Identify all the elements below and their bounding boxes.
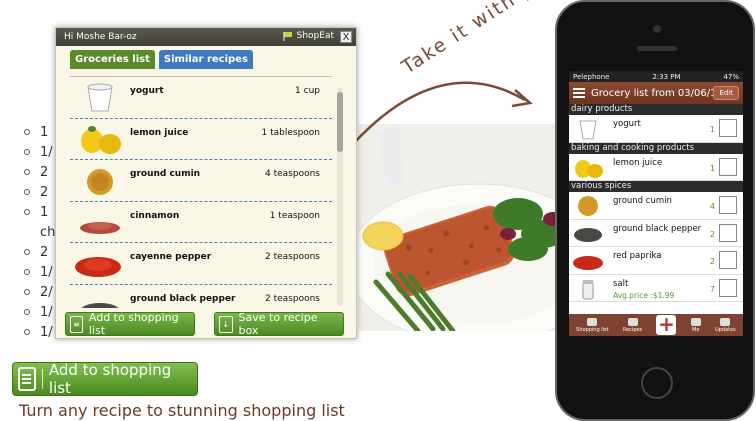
add-to-shopping-list-cta[interactable]: Add to shopping list bbox=[12, 361, 198, 397]
checkbox[interactable] bbox=[719, 196, 737, 214]
lemon-icon bbox=[575, 159, 603, 178]
yogurt-icon bbox=[87, 83, 113, 112]
tab-similar-recipes[interactable]: Similar recipes bbox=[158, 50, 253, 69]
groceries-popup: Hi Moshe Bar-oz ShopEat X Groceries list… bbox=[55, 27, 357, 339]
item-name: ground black pepper bbox=[130, 293, 236, 304]
list-icon: ≡ bbox=[70, 315, 83, 333]
tab-shopping-list[interactable]: Shopping list bbox=[576, 317, 609, 333]
list-item[interactable]: cinnamon 1 teaspoon bbox=[70, 202, 332, 243]
close-button[interactable]: X bbox=[340, 31, 352, 43]
brand-name: ShopEat bbox=[296, 31, 334, 41]
pepper-icon bbox=[81, 302, 119, 308]
add-to-shopping-list-button[interactable]: ≡ Add to shopping list bbox=[65, 311, 195, 337]
section-header: various spices bbox=[569, 181, 743, 192]
item-name: yogurt bbox=[130, 86, 164, 96]
edit-button[interactable]: Edit bbox=[713, 86, 739, 100]
iphone-mockup: Pelephone 2:33 PM 47% Grocery list from … bbox=[555, 0, 755, 421]
menu-icon[interactable] bbox=[573, 88, 585, 98]
list-item[interactable]: ground cumin 4 teaspoons bbox=[70, 160, 332, 202]
list-item[interactable]: yogurt 1 bbox=[569, 115, 743, 143]
lemon-icon bbox=[81, 125, 121, 154]
camera-icon bbox=[653, 25, 661, 33]
salt-shaker-icon bbox=[582, 279, 594, 299]
yogurt-icon bbox=[579, 120, 597, 140]
checkbox[interactable] bbox=[719, 251, 737, 269]
list-item[interactable]: yogurt 1 cup bbox=[70, 77, 332, 119]
pepper-icon bbox=[574, 227, 602, 242]
item-qty: 1 tablespoon bbox=[261, 127, 321, 138]
item-name: ground cumin bbox=[130, 169, 201, 179]
recipe-icon bbox=[627, 317, 638, 326]
signal-icon bbox=[720, 317, 731, 326]
status-bar: Pelephone 2:33 PM 47% bbox=[569, 71, 743, 82]
item-qty: 1 cup bbox=[295, 86, 320, 96]
cumin-icon bbox=[87, 169, 113, 195]
checkbox[interactable] bbox=[719, 157, 737, 176]
tab-groceries-list[interactable]: Groceries list bbox=[70, 50, 155, 69]
popup-tabs: Groceries list Similar recipes bbox=[70, 50, 253, 69]
arrow-arc-icon bbox=[351, 81, 533, 146]
salmon-dish-image bbox=[358, 124, 580, 331]
section-header: dairy products bbox=[569, 104, 743, 115]
checkbox[interactable] bbox=[719, 119, 737, 137]
user-greeting: Hi Moshe Bar-oz bbox=[64, 32, 137, 42]
popup-titlebar: Hi Moshe Bar-oz ShopEat X bbox=[56, 28, 356, 46]
item-qty: 4 teaspoons bbox=[265, 169, 320, 179]
flag-icon bbox=[283, 32, 292, 41]
list-item[interactable]: ground cumin 4 bbox=[569, 192, 743, 220]
list-item[interactable]: lemon juice 1 bbox=[569, 154, 743, 181]
brand: ShopEat bbox=[282, 31, 334, 41]
item-name: lemon juice bbox=[130, 127, 189, 138]
phone-screen: Pelephone 2:33 PM 47% Grocery list from … bbox=[569, 71, 743, 336]
tab-recipes[interactable]: Recipes bbox=[623, 317, 642, 333]
cumin-icon bbox=[578, 196, 598, 216]
list-icon bbox=[587, 317, 598, 326]
download-icon: ↓ bbox=[219, 315, 233, 333]
item-qty: 2 teaspoons bbox=[265, 252, 320, 262]
cayenne-icon bbox=[75, 257, 121, 277]
earpiece bbox=[637, 46, 677, 51]
nav-bar: Grocery list from 03/06/12 Edit bbox=[569, 82, 743, 104]
list-item[interactable]: ground black pepper 2 teaspoons bbox=[70, 285, 332, 308]
home-button[interactable] bbox=[641, 367, 673, 399]
item-qty: 2 teaspoons bbox=[265, 293, 320, 304]
tab-me[interactable]: Me bbox=[690, 317, 701, 333]
tab-bar: Shopping list Recipes + Me Updates bbox=[569, 314, 743, 336]
list-item[interactable]: salt Avg.price :$1.99 7 bbox=[569, 275, 743, 302]
list-item[interactable]: red paprika 2 bbox=[569, 247, 743, 275]
battery: 47% bbox=[723, 72, 739, 81]
nav-title: Grocery list from 03/06/12 bbox=[591, 87, 723, 99]
groceries-list: yogurt 1 cup lemon juice 1 tablespoon gr… bbox=[70, 76, 332, 308]
list-item[interactable]: cayenne pepper 2 teaspoons bbox=[70, 243, 332, 285]
tagline: Turn any recipe to stunning shopping lis… bbox=[19, 401, 345, 420]
item-name: cinnamon bbox=[130, 210, 180, 221]
list-item[interactable]: lemon juice 1 tablespoon bbox=[70, 119, 332, 160]
carrier: Pelephone bbox=[573, 72, 610, 81]
scrollbar[interactable] bbox=[337, 88, 343, 306]
checkbox[interactable] bbox=[719, 278, 737, 297]
person-icon bbox=[690, 317, 701, 326]
checkbox[interactable] bbox=[719, 223, 737, 242]
item-qty: 1 teaspoon bbox=[269, 210, 320, 221]
section-header: baking and cooking products bbox=[569, 142, 743, 154]
save-to-recipe-box-button[interactable]: ↓ Save to recipe box bbox=[214, 311, 344, 337]
tab-updates[interactable]: Updates bbox=[715, 317, 736, 333]
scrollbar-thumb[interactable] bbox=[337, 92, 343, 152]
add-button[interactable]: + bbox=[656, 314, 677, 335]
item-name: cayenne pepper bbox=[130, 252, 212, 262]
paprika-icon bbox=[573, 256, 603, 270]
stage: 1 1/ 2 2 1 ch 2 1/ 2/ 1/ 1/ Take it with… bbox=[0, 0, 756, 421]
list-item[interactable]: ground black pepper 2 bbox=[569, 220, 743, 247]
cinnamon-icon bbox=[80, 221, 120, 234]
clock: 2:33 PM bbox=[652, 72, 681, 81]
list-icon bbox=[18, 367, 36, 391]
